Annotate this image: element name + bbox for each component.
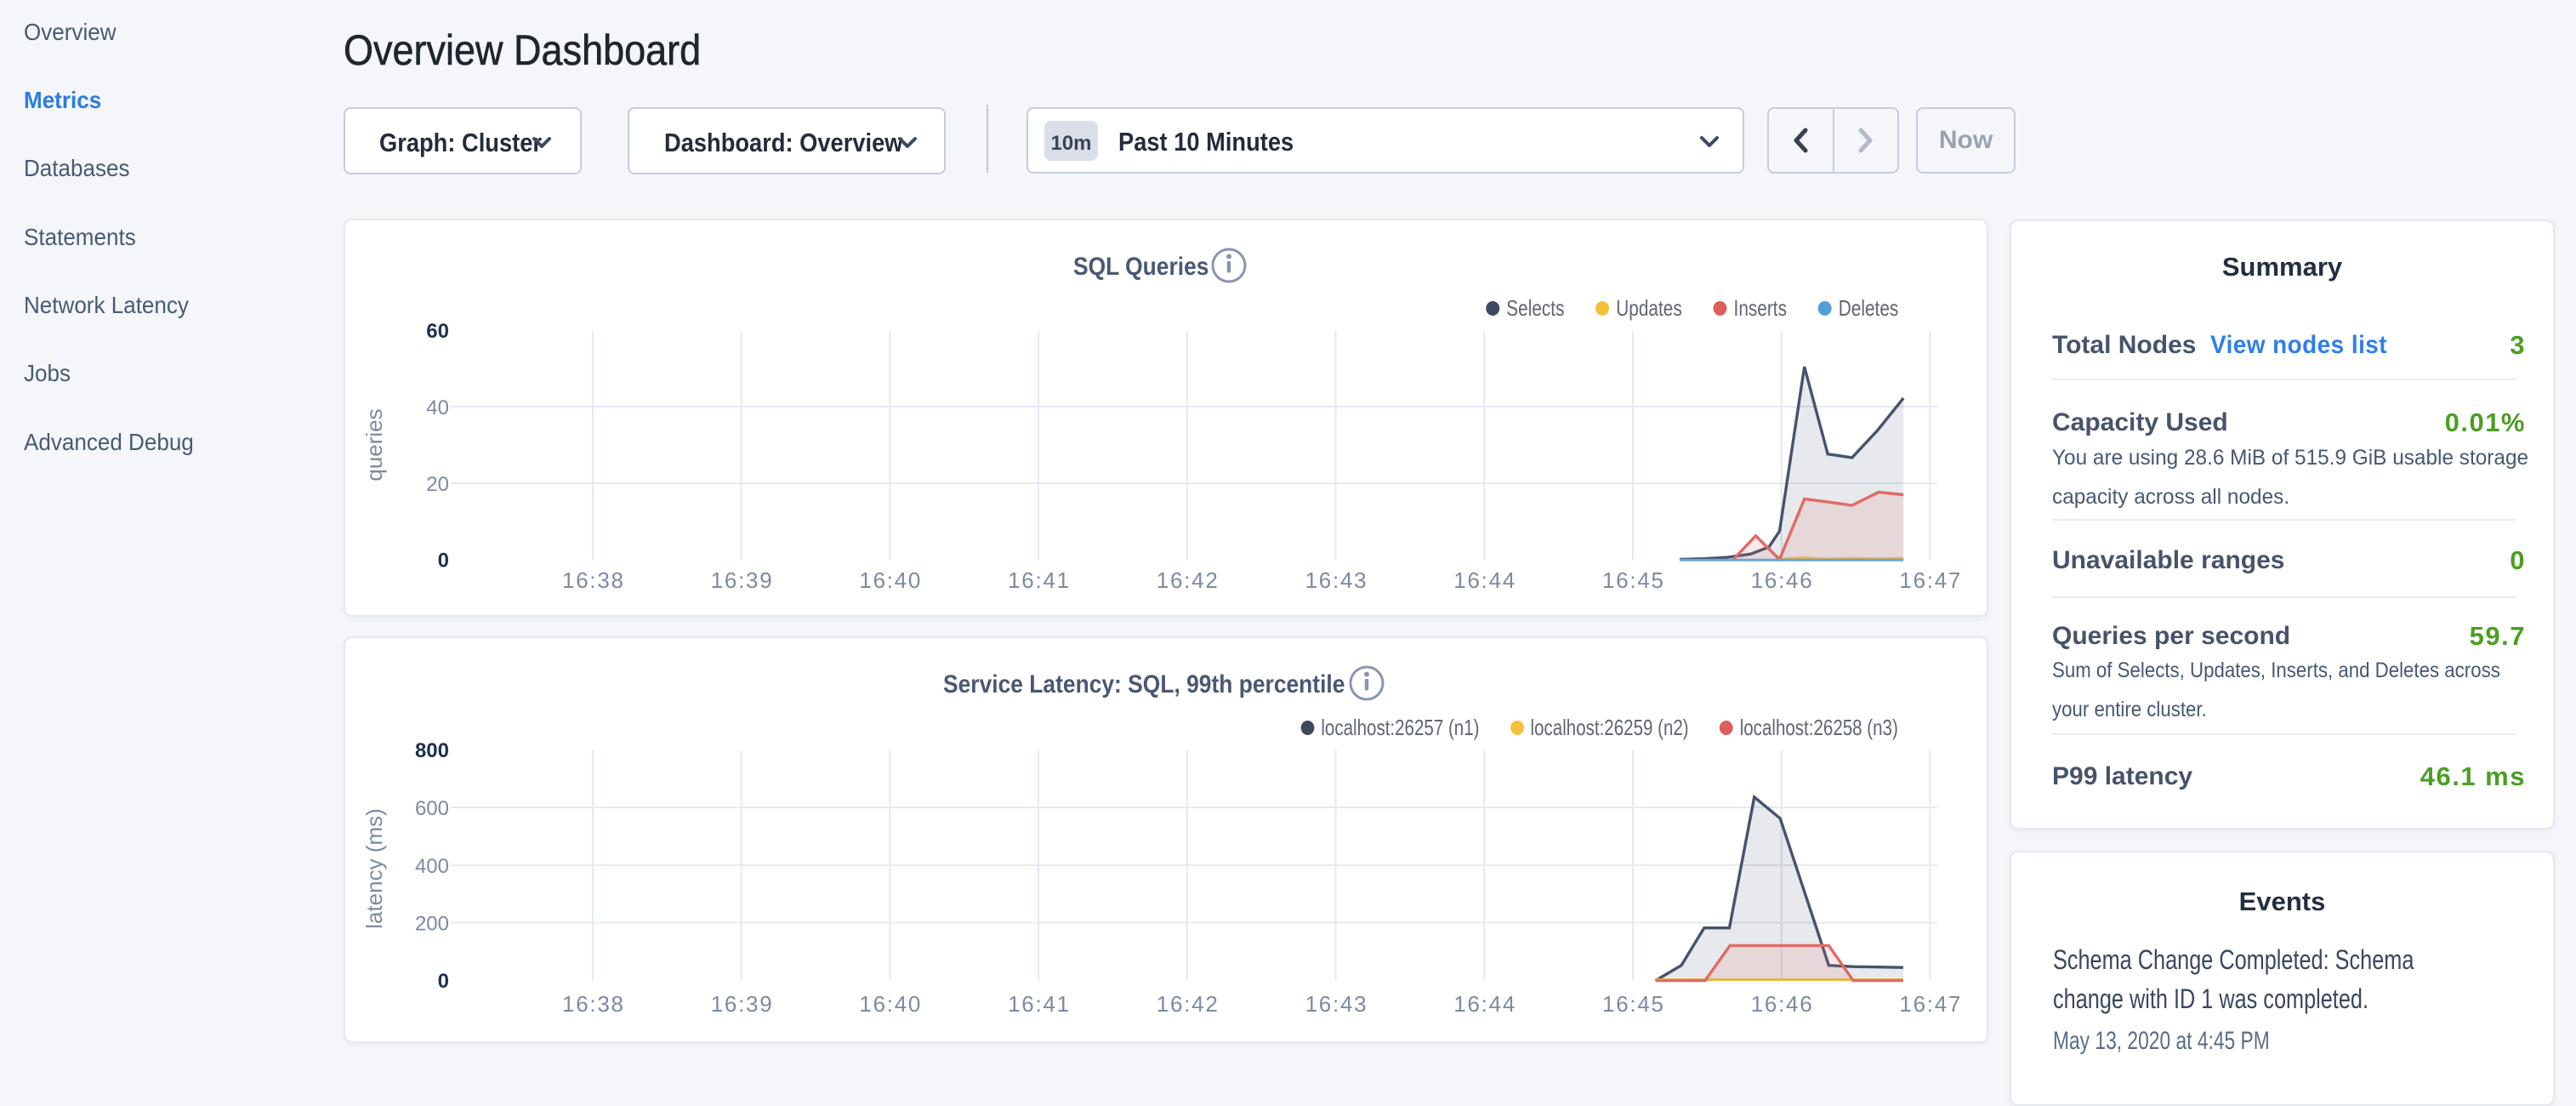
svg-text:60: 60 xyxy=(426,320,449,343)
svg-text:40: 40 xyxy=(426,396,449,419)
svg-text:latency (ms): latency (ms) xyxy=(361,808,387,929)
svg-text:16:38: 16:38 xyxy=(562,567,623,593)
svg-text:16:44: 16:44 xyxy=(1453,991,1515,1017)
svg-text:16:40: 16:40 xyxy=(859,567,920,593)
svg-text:16:45: 16:45 xyxy=(1602,991,1663,1017)
svg-text:queries: queries xyxy=(361,408,387,481)
svg-text:16:44: 16:44 xyxy=(1453,567,1515,593)
svg-text:16:42: 16:42 xyxy=(1157,991,1218,1017)
svg-text:16:46: 16:46 xyxy=(1751,991,1812,1017)
svg-text:16:39: 16:39 xyxy=(711,991,772,1017)
svg-text:16:45: 16:45 xyxy=(1602,567,1663,593)
svg-text:800: 800 xyxy=(415,739,449,762)
svg-text:0: 0 xyxy=(438,970,449,993)
svg-text:20: 20 xyxy=(426,473,449,496)
svg-text:400: 400 xyxy=(415,855,449,878)
svg-text:16:42: 16:42 xyxy=(1157,567,1218,593)
svg-text:16:46: 16:46 xyxy=(1751,567,1812,593)
svg-text:16:41: 16:41 xyxy=(1008,567,1069,593)
svg-text:16:47: 16:47 xyxy=(1899,567,1960,593)
svg-text:16:43: 16:43 xyxy=(1305,567,1367,593)
svg-text:200: 200 xyxy=(415,912,449,935)
svg-text:16:39: 16:39 xyxy=(711,567,772,593)
svg-text:600: 600 xyxy=(415,797,449,820)
svg-text:0: 0 xyxy=(438,550,449,573)
svg-text:16:41: 16:41 xyxy=(1008,991,1069,1017)
svg-text:16:38: 16:38 xyxy=(562,991,623,1017)
svg-text:16:43: 16:43 xyxy=(1305,991,1367,1017)
svg-text:16:47: 16:47 xyxy=(1899,991,1960,1017)
svg-text:16:40: 16:40 xyxy=(859,991,920,1017)
